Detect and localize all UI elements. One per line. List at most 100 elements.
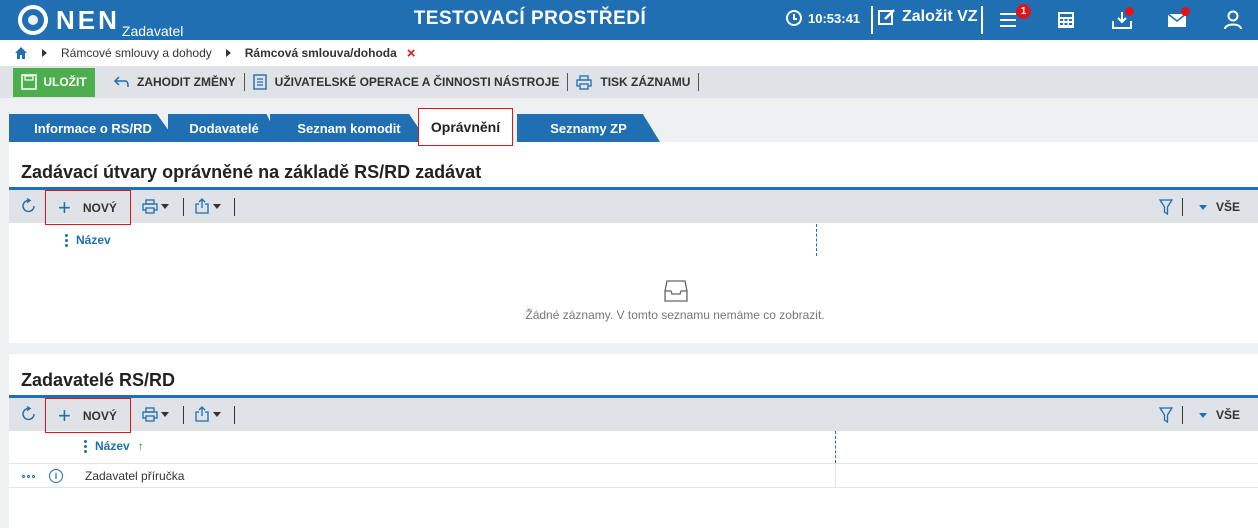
export-dropdown[interactable] (194, 406, 221, 422)
divider (981, 6, 983, 34)
discard-changes-button[interactable]: ZAHODIT ZMĚNY (105, 73, 245, 91)
undo-icon (113, 76, 129, 87)
divider (1182, 406, 1183, 424)
share-icon (195, 406, 209, 422)
nen-logo-icon (18, 5, 48, 35)
section-contracting-authorities: Zadavatelé RS/RD + NOVÝ VŠE Název ↑ i Za… (9, 354, 1258, 528)
column-header-name[interactable]: Název (65, 233, 111, 247)
section-title: Zadávací útvary oprávněné na základě RS/… (21, 162, 482, 182)
notification-dot (1181, 7, 1190, 16)
column-header-name[interactable]: Název ↑ (84, 439, 144, 453)
edit-icon (878, 9, 895, 25)
share-icon (195, 198, 209, 214)
breadcrumb-arrow-icon (225, 49, 231, 57)
floppy-icon (21, 74, 38, 90)
calculator-icon[interactable] (1054, 8, 1078, 32)
chevron-down-icon (161, 412, 169, 417)
printer-icon (142, 407, 158, 422)
view-selector[interactable]: VŠE (1199, 200, 1240, 214)
role-label: Zadavatel (121, 23, 184, 39)
new-button[interactable]: + NOVÝ (45, 190, 131, 225)
tab-seznamy-zp[interactable]: Seznamy ZP (517, 114, 660, 142)
divider (234, 406, 235, 424)
grid-toolbar: + NOVÝ VŠE (9, 190, 1258, 225)
action-toolbar: ULOŽIT ZAHODIT ZMĚNY UŽIVATELSKÉ OPERACE… (0, 66, 1258, 98)
clock-time: 10:53:41 (808, 10, 861, 26)
print-dropdown[interactable] (142, 199, 169, 214)
chevron-down-icon (213, 203, 221, 209)
column-header-label: Název (95, 439, 130, 453)
refresh-icon[interactable] (21, 406, 37, 422)
table-row[interactable]: i Zadavatel příručka (9, 463, 1258, 488)
plus-icon: + (58, 194, 71, 220)
breadcrumb-item[interactable]: Rámcové smlouvy a dohody (61, 46, 212, 60)
close-icon[interactable]: × (407, 45, 416, 62)
divider (183, 406, 184, 424)
tab-seznam-komodit[interactable]: Seznam komodit (270, 114, 428, 142)
sort-ascending-icon[interactable]: ↑ (138, 439, 144, 453)
session-clock: 10:53:41 (786, 10, 860, 26)
column-menu-icon[interactable] (65, 233, 68, 247)
chevron-down-icon (161, 204, 169, 209)
plus-icon: + (58, 402, 71, 428)
user-icon[interactable] (1221, 8, 1245, 32)
new-button[interactable]: + NOVÝ (45, 398, 131, 433)
nen-logo[interactable]: NEN Zadavatel (18, 5, 183, 39)
column-header-label: Název (76, 233, 111, 247)
print-record-button[interactable]: TISK ZÁZNAMU (568, 73, 700, 91)
save-button[interactable]: ULOŽIT (13, 67, 95, 97)
column-menu-icon[interactable] (84, 439, 87, 453)
list-icon (252, 74, 267, 90)
discard-label: ZAHODIT ZMĚNY (137, 75, 236, 89)
create-vz-button[interactable]: Založit VZ (878, 8, 978, 26)
column-divider (835, 464, 836, 488)
save-label: ULOŽIT (43, 75, 87, 89)
user-operations-label: UŽIVATELSKÉ OPERACE A ČINNOSTI NÁSTROJE (274, 75, 560, 89)
row-menu-icon[interactable] (22, 475, 35, 478)
view-selector[interactable]: VŠE (1199, 408, 1240, 422)
column-divider (816, 224, 817, 256)
column-divider (835, 431, 836, 463)
printer-icon (142, 199, 158, 214)
top-bar: NEN Zadavatel TESTOVACÍ PROSTŘEDÍ 10:53:… (0, 0, 1258, 40)
logo-text: NEN (56, 5, 120, 35)
section-authorized-units: Zadávací útvary oprávněné na základě RS/… (9, 142, 1258, 343)
new-label: NOVÝ (82, 200, 117, 215)
clock-icon (786, 10, 802, 26)
chevron-down-icon (213, 411, 221, 417)
home-icon[interactable] (14, 46, 28, 60)
export-dropdown[interactable] (194, 198, 221, 214)
info-icon[interactable]: i (49, 469, 63, 483)
breadcrumb-current[interactable]: Rámcová smlouva/dohoda (245, 46, 397, 60)
tab-dodavatele[interactable]: Dodavatelé (168, 114, 280, 142)
divider (871, 6, 873, 34)
view-selector-label: VŠE (1216, 408, 1241, 422)
section-title: Zadavatelé RS/RD (21, 370, 176, 390)
refresh-icon[interactable] (21, 198, 37, 214)
tab-bar: Informace o RS/RD Dodavatelé Seznam komo… (0, 98, 1258, 146)
breadcrumb: Rámcové smlouvy a dohody Rámcová smlouva… (0, 40, 1258, 66)
tab-opravneni[interactable]: Oprávnění (418, 108, 513, 146)
grid-toolbar: + NOVÝ VŠE (9, 398, 1258, 433)
create-vz-label: Založit VZ (902, 8, 978, 25)
chevron-down-icon (1199, 412, 1207, 418)
environment-title: TESTOVACÍ PROSTŘEDÍ (413, 8, 647, 29)
new-label: NOVÝ (82, 408, 117, 423)
menu-badge: 1 (1016, 4, 1031, 19)
empty-state-message: Žádné záznamy. V tomto seznamu nemáme co… (525, 308, 825, 322)
view-selector-label: VŠE (1216, 200, 1241, 214)
chevron-down-icon (1199, 204, 1207, 210)
user-operations-button[interactable]: UŽIVATELSKÉ OPERACE A ČINNOSTI NÁSTROJE (245, 73, 569, 91)
printer-icon (576, 74, 593, 90)
filter-icon[interactable] (1159, 407, 1173, 423)
divider (1182, 198, 1183, 216)
row-name: Zadavatel příručka (85, 469, 185, 483)
notification-dot (1125, 7, 1134, 16)
divider (183, 198, 184, 216)
breadcrumb-arrow-icon (42, 49, 47, 57)
divider (234, 198, 235, 216)
tab-informace[interactable]: Informace o RS/RD (9, 114, 177, 142)
print-label: TISK ZÁZNAMU (600, 75, 691, 89)
print-dropdown[interactable] (142, 407, 169, 422)
filter-icon[interactable] (1159, 199, 1173, 215)
